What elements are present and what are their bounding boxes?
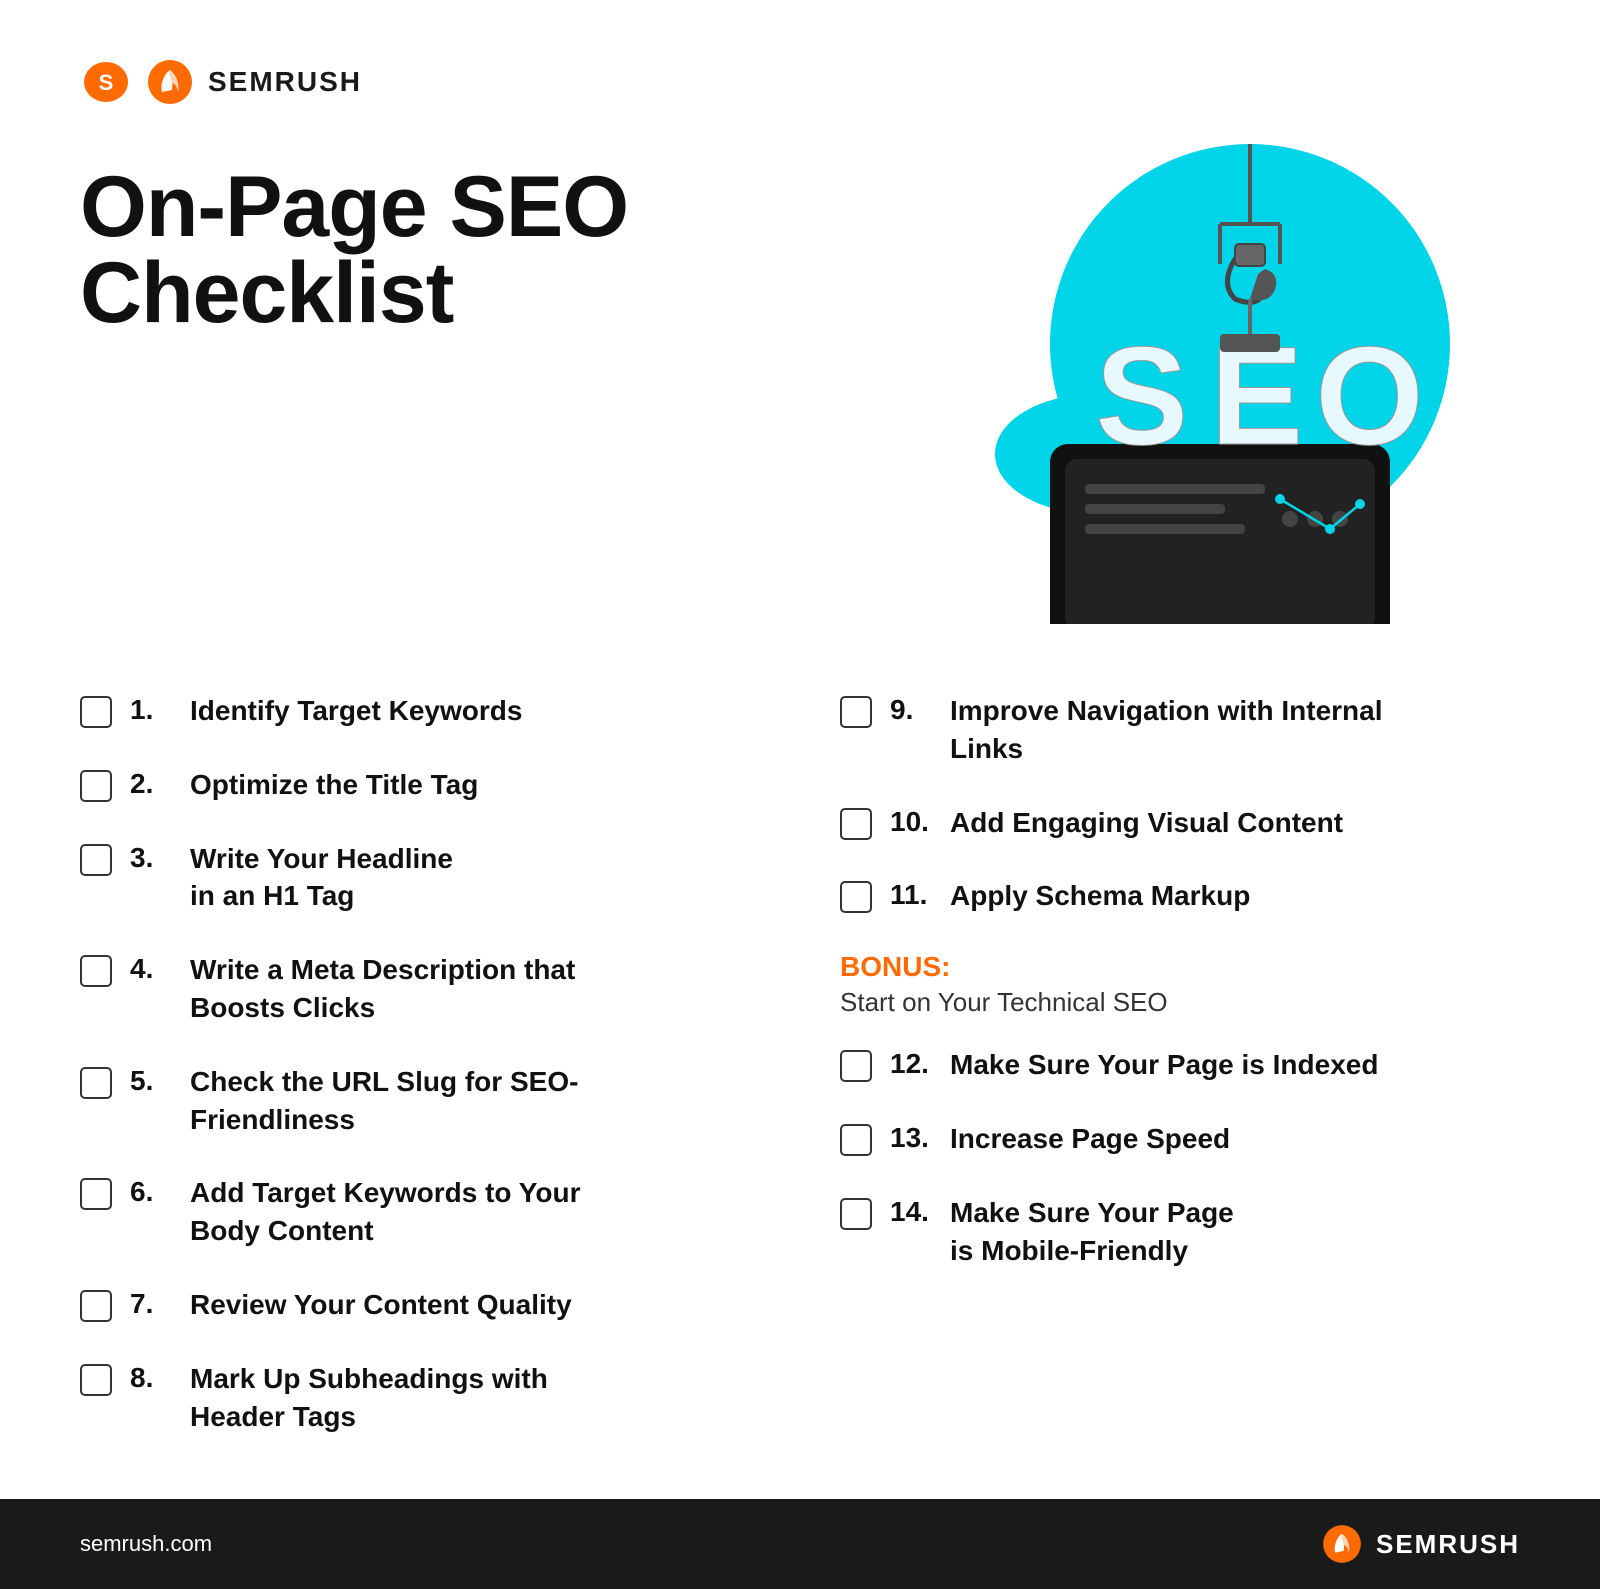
svg-text:O: O bbox=[1315, 317, 1424, 474]
item-number: 12. bbox=[890, 1048, 932, 1080]
footer: semrush.com SEMRUSH bbox=[0, 1499, 1600, 1589]
checkbox-13[interactable] bbox=[840, 1124, 872, 1156]
item-number: 1. bbox=[130, 694, 172, 726]
list-item: 5. Check the URL Slug for SEO- Friendlin… bbox=[80, 1045, 760, 1157]
checkbox-5[interactable] bbox=[80, 1067, 112, 1099]
list-item: 8. Mark Up Subheadings with Header Tags bbox=[80, 1342, 760, 1454]
item-text: Identify Target Keywords bbox=[190, 692, 522, 730]
item-number: 7. bbox=[130, 1288, 172, 1320]
checkbox-4[interactable] bbox=[80, 955, 112, 987]
svg-text:S: S bbox=[99, 70, 114, 95]
list-item: 7. Review Your Content Quality bbox=[80, 1268, 760, 1342]
item-number: 13. bbox=[890, 1122, 932, 1154]
item-number: 6. bbox=[130, 1176, 172, 1208]
item-text: Make Sure Your Page is Mobile-Friendly bbox=[950, 1194, 1234, 1270]
item-text: Write Your Headline in an H1 Tag bbox=[190, 840, 453, 916]
header-logo: S SEMRUSH bbox=[80, 60, 1520, 104]
item-number: 5. bbox=[130, 1065, 172, 1097]
footer-logo-icon bbox=[1318, 1524, 1366, 1564]
item-number: 4. bbox=[130, 953, 172, 985]
checkbox-11[interactable] bbox=[840, 881, 872, 913]
checkbox-2[interactable] bbox=[80, 770, 112, 802]
logo-text: SEMRUSH bbox=[208, 66, 362, 98]
item-text: Review Your Content Quality bbox=[190, 1286, 572, 1324]
list-item: 3. Write Your Headline in an H1 Tag bbox=[80, 822, 760, 934]
item-text: Increase Page Speed bbox=[950, 1120, 1230, 1158]
title-block: On-Page SEO Checklist bbox=[80, 144, 628, 336]
item-number: 3. bbox=[130, 842, 172, 874]
list-item: 9. Improve Navigation with Internal Link… bbox=[840, 674, 1520, 786]
list-item: 10. Add Engaging Visual Content bbox=[840, 786, 1520, 860]
list-item: 12. Make Sure Your Page is Indexed bbox=[840, 1028, 1520, 1102]
bonus-label: BONUS: bbox=[840, 951, 1520, 983]
item-number: 11. bbox=[890, 879, 932, 911]
item-number: 9. bbox=[890, 694, 932, 726]
item-text: Write a Meta Description that Boosts Cli… bbox=[190, 951, 575, 1027]
footer-logo: SEMRUSH bbox=[1318, 1524, 1520, 1564]
item-text: Add Target Keywords to Your Body Content bbox=[190, 1174, 580, 1250]
item-number: 2. bbox=[130, 768, 172, 800]
checkbox-1[interactable] bbox=[80, 696, 112, 728]
item-text: Make Sure Your Page is Indexed bbox=[950, 1046, 1378, 1084]
illustration-block: S E O bbox=[920, 144, 1520, 624]
item-text: Mark Up Subheadings with Header Tags bbox=[190, 1360, 548, 1436]
checklist-section: 1. Identify Target Keywords 2. Optimize … bbox=[80, 674, 1520, 1459]
semrush-brand-logo bbox=[142, 60, 198, 104]
bonus-subtitle: Start on Your Technical SEO bbox=[840, 987, 1520, 1018]
list-item: 1. Identify Target Keywords bbox=[80, 674, 760, 748]
checkbox-6[interactable] bbox=[80, 1178, 112, 1210]
bonus-section: BONUS: Start on Your Technical SEO bbox=[840, 933, 1520, 1028]
footer-url: semrush.com bbox=[80, 1531, 212, 1557]
checkbox-14[interactable] bbox=[840, 1198, 872, 1230]
item-number: 8. bbox=[130, 1362, 172, 1394]
svg-text:S: S bbox=[1095, 317, 1188, 474]
checklist-col-right: 9. Improve Navigation with Internal Link… bbox=[840, 674, 1520, 1459]
footer-logo-text: SEMRUSH bbox=[1376, 1529, 1520, 1560]
item-text: Check the URL Slug for SEO- Friendliness bbox=[190, 1063, 578, 1139]
seo-illustration: S E O bbox=[940, 144, 1500, 624]
item-number: 14. bbox=[890, 1196, 932, 1228]
checklist-col-left: 1. Identify Target Keywords 2. Optimize … bbox=[80, 674, 760, 1459]
semrush-logo-icon: S bbox=[80, 62, 132, 102]
main-content: S SEMRUSH On-Page SEO Checklist bbox=[0, 0, 1600, 1499]
list-item: 6. Add Target Keywords to Your Body Cont… bbox=[80, 1156, 760, 1268]
list-item: 4. Write a Meta Description that Boosts … bbox=[80, 933, 760, 1045]
list-item: 14. Make Sure Your Page is Mobile-Friend… bbox=[840, 1176, 1520, 1288]
checkbox-10[interactable] bbox=[840, 808, 872, 840]
list-item: 11. Apply Schema Markup bbox=[840, 859, 1520, 933]
list-item: 13. Increase Page Speed bbox=[840, 1102, 1520, 1176]
checkbox-3[interactable] bbox=[80, 844, 112, 876]
checkbox-7[interactable] bbox=[80, 1290, 112, 1322]
checkbox-9[interactable] bbox=[840, 696, 872, 728]
main-title: On-Page SEO Checklist bbox=[80, 164, 628, 336]
item-text: Improve Navigation with Internal Links bbox=[950, 692, 1383, 768]
list-item: 2. Optimize the Title Tag bbox=[80, 748, 760, 822]
item-number: 10. bbox=[890, 806, 932, 838]
checkbox-12[interactable] bbox=[840, 1050, 872, 1082]
item-text: Add Engaging Visual Content bbox=[950, 804, 1343, 842]
checkbox-8[interactable] bbox=[80, 1364, 112, 1396]
top-section: On-Page SEO Checklist bbox=[80, 144, 1520, 624]
item-text: Optimize the Title Tag bbox=[190, 766, 478, 804]
item-text: Apply Schema Markup bbox=[950, 877, 1250, 915]
